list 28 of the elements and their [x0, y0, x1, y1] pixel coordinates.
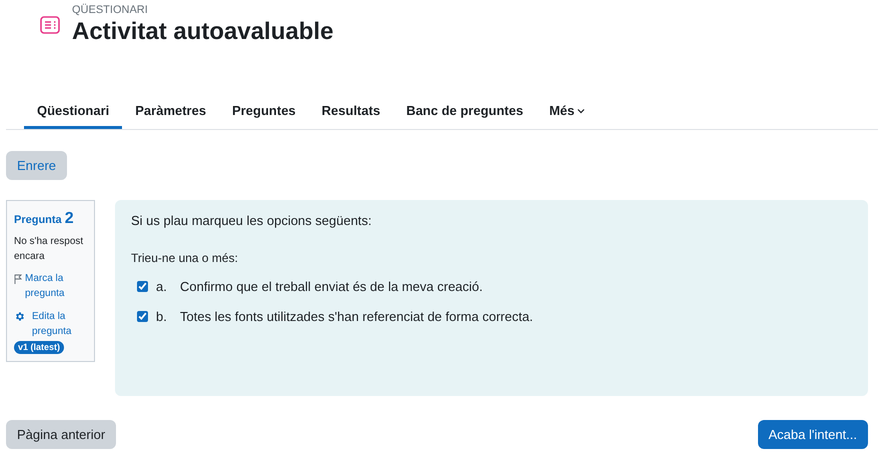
option-text: Totes les fonts utilitzades s'han referenciat de forma correcta.: [180, 308, 533, 326]
edit-question-link[interactable]: Edita la pregunta: [32, 309, 87, 339]
finish-attempt-button[interactable]: Acaba l'intent...: [758, 420, 868, 449]
previous-page-button[interactable]: Pàgina anterior: [6, 420, 116, 449]
question-status: No s'ha respost encara: [14, 235, 84, 264]
flag-question-link[interactable]: Marca la pregunta: [25, 271, 87, 301]
nav-tab[interactable]: Qüestionari: [24, 96, 122, 129]
chevron-down-icon: [576, 108, 585, 114]
nav-tab[interactable]: Banc de preguntes: [393, 96, 536, 129]
settings-icon: [14, 311, 25, 322]
quiz-icon: [40, 16, 60, 34]
option-letter: a.: [156, 278, 168, 296]
answer-checkbox[interactable]: [137, 280, 148, 292]
option-letter: b.: [156, 308, 168, 326]
nav-tab[interactable]: Més: [536, 96, 598, 129]
page-title: Activitat autoavaluable: [72, 17, 334, 47]
flag-icon: [14, 274, 22, 284]
nav-tab[interactable]: Resultats: [308, 96, 394, 129]
question-number: Pregunta 2: [14, 209, 74, 229]
question-text: Si us plau marqueu les opcions següents:: [131, 212, 373, 230]
answer-prompt: Trieu-ne una o més:: [131, 250, 239, 266]
back-button[interactable]: Enrere: [6, 151, 68, 180]
nav-tab[interactable]: Paràmetres: [122, 96, 220, 129]
answer-checkbox[interactable]: [137, 311, 148, 322]
version-badge: v1 (latest): [14, 341, 64, 354]
option-text: Confirmo que el treball enviat és de la meva creació.: [180, 278, 483, 296]
activity-type: QÜESTIONARI: [72, 4, 149, 17]
nav-tab[interactable]: Preguntes: [219, 96, 309, 129]
